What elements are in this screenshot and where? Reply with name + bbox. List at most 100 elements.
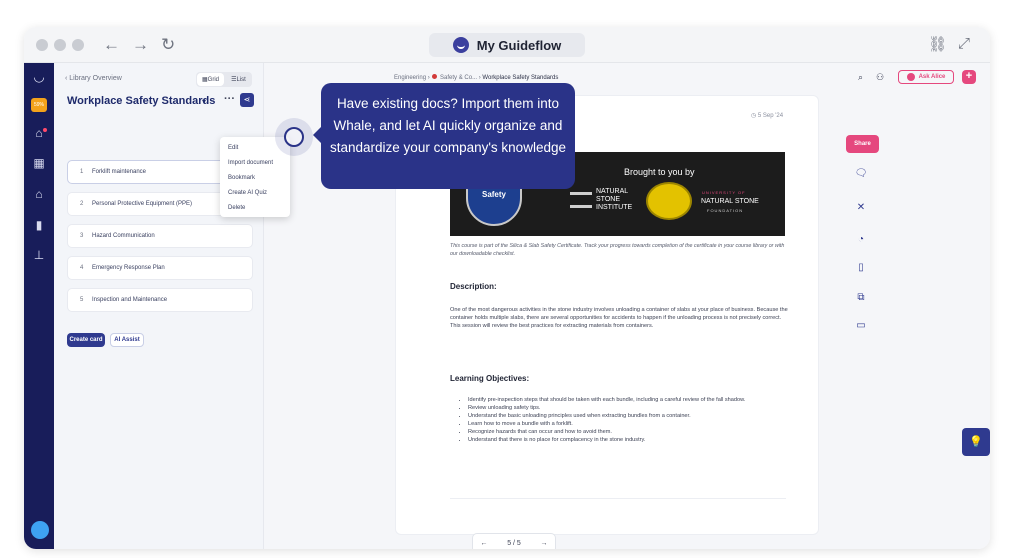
card-item[interactable]: 3 Hazard Communication: [67, 224, 253, 248]
share-button[interactable]: Share: [846, 135, 879, 153]
guide-tooltip: Have existing docs? Import them into Wha…: [313, 83, 575, 189]
library-overview-link[interactable]: ‹ Library Overview: [65, 75, 122, 82]
help-widget-icon[interactable]: [31, 521, 49, 539]
menu-item-import-document[interactable]: Import document: [220, 156, 290, 171]
objectives-heading: Learning Objectives:: [450, 374, 530, 383]
progress-badge[interactable]: 59%: [31, 98, 47, 112]
link-icon[interactable]: ⛓: [928, 35, 947, 53]
window-control-minimize[interactable]: [54, 39, 66, 51]
card-item[interactable]: 4 Emergency Response Plan: [67, 256, 253, 280]
next-page-icon[interactable]: →: [533, 540, 555, 547]
breadcrumb-root[interactable]: Engineering: [394, 75, 426, 81]
expand-icon[interactable]: ⤢: [958, 35, 970, 52]
notification-dot: [43, 128, 47, 132]
browser-toolbar: ← → ↻ My Guideflow ⛓ ⤢: [24, 27, 990, 63]
list-item: Understand that there is no place for co…: [468, 436, 784, 444]
bar-chart-icon[interactable]: ▮: [31, 217, 47, 233]
natural-stone-foundation-text: NATURAL STONE: [701, 198, 759, 205]
breadcrumb: Engineering › Safety & Co... › Workplace…: [394, 74, 558, 81]
create-card-button[interactable]: Create card: [67, 333, 105, 347]
reload-icon[interactable]: ↻: [161, 34, 175, 56]
card-label: Forklift maintenance: [92, 169, 147, 175]
document-date: ◷ 5 Sep '24: [751, 112, 783, 119]
caret-down-icon[interactable]: ▾: [202, 97, 206, 106]
window-control-close[interactable]: [36, 39, 48, 51]
breadcrumb-separator: ›: [427, 75, 432, 81]
whale-logo-icon[interactable]: ◡: [31, 69, 47, 85]
close-icon[interactable]: ✕: [854, 201, 868, 215]
lightbulb-icon[interactable]: 💡: [962, 428, 990, 456]
card-number: 5: [80, 297, 84, 303]
list-item: Identify pre-inspection steps that shoul…: [468, 396, 784, 404]
objectives-list: Identify pre-inspection steps that shoul…: [464, 396, 784, 444]
grid-view-label: Grid: [207, 76, 219, 83]
foundation-text: FOUNDATION: [707, 208, 744, 213]
list-item: Learn how to move a bundle with a forkli…: [468, 420, 784, 428]
card-label: Personal Protective Equipment (PPE): [92, 201, 193, 207]
palette-icon[interactable]: ◔: [854, 233, 868, 247]
list-view-label: List: [236, 76, 246, 83]
collection-title[interactable]: Workplace Safety Standards: [67, 95, 215, 107]
gold-seal-logo: [646, 182, 692, 220]
page-indicator: 5 / 5: [507, 539, 521, 547]
org-chart-icon[interactable]: ⊥: [31, 247, 47, 263]
card-label: Hazard Communication: [92, 233, 155, 239]
natural-stone-institute-text: NATURAL STONE INSTITUTE: [596, 188, 633, 211]
list-view-button[interactable]: ☰ List: [225, 72, 252, 87]
copy-icon[interactable]: ⧉: [854, 291, 868, 305]
window-control-zoom[interactable]: [72, 39, 84, 51]
description-text: One of the most dangerous activities in …: [450, 307, 788, 329]
slideshow-icon[interactable]: ▭: [854, 319, 868, 333]
folder-red-icon: [432, 74, 438, 79]
card-number: 4: [80, 265, 84, 271]
card-item[interactable]: 5 Inspection and Maintenance: [67, 288, 253, 312]
address-bar-title: My Guideflow: [476, 37, 562, 53]
share-network-icon[interactable]: ⋖: [240, 93, 254, 107]
forward-arrow-icon[interactable]: →: [132, 34, 149, 56]
university-of-text: UNIVERSITY OF: [702, 190, 746, 195]
graduation-cap-icon[interactable]: ⌂: [31, 186, 47, 202]
address-bar[interactable]: My Guideflow: [429, 33, 585, 57]
guide-hotspot[interactable]: [275, 118, 313, 156]
library-overview-label: Library Overview: [69, 75, 122, 82]
grid-icon[interactable]: ▦: [31, 155, 47, 171]
bookmark-icon[interactable]: ▯: [854, 261, 868, 275]
list-item: Recognize hazards that can occur and how…: [468, 428, 784, 436]
description-heading: Description:: [450, 282, 497, 291]
prev-page-icon[interactable]: ←: [473, 540, 495, 547]
add-user-icon[interactable]: ⚇: [876, 72, 884, 83]
breadcrumb-current: Workplace Safety Standards: [482, 75, 559, 81]
course-intro: This course is part of the Silica & Slab…: [450, 243, 785, 257]
list-item: Review unloading safety tips.: [468, 404, 784, 412]
menu-item-delete[interactable]: Delete: [220, 201, 290, 216]
menu-item-create-ai-quiz[interactable]: Create AI Quiz: [220, 186, 290, 201]
add-button[interactable]: +: [962, 70, 976, 84]
divider: [450, 498, 786, 499]
card-label: Inspection and Maintenance: [92, 297, 168, 303]
app-rail: ◡ 59% ⌂ ▦ ⌂ ▮ ⊥: [24, 63, 54, 549]
natural-stone-institute-mark-icon: [570, 192, 592, 208]
clock-icon: ◷: [751, 113, 758, 119]
library-sidebar: ‹ Library Overview ▦ Grid ☰ List Workpla…: [54, 63, 264, 549]
guideflow-logo-icon: [452, 37, 469, 53]
comments-icon[interactable]: 🗨: [854, 167, 868, 181]
card-number: 3: [80, 233, 84, 239]
breadcrumb-mid[interactable]: Safety & Co...: [440, 75, 477, 81]
back-arrow-icon[interactable]: ←: [103, 34, 120, 56]
document-date-text: 5 Sep '24: [757, 113, 784, 119]
card-number: 1: [80, 169, 84, 175]
ask-alice-button[interactable]: Ask Alice: [898, 70, 954, 84]
brought-to-you-text: Brought to you by: [624, 167, 695, 177]
menu-item-bookmark[interactable]: Bookmark: [220, 171, 290, 186]
ai-assist-button[interactable]: AI Assist: [110, 333, 144, 347]
list-item: Understand the basic unloading principle…: [468, 412, 784, 420]
card-label: Emergency Response Plan: [92, 265, 165, 271]
grid-view-button[interactable]: ▦ Grid: [197, 73, 224, 86]
more-options-icon[interactable]: ···: [224, 93, 235, 105]
pager: ← 5 / 5 →: [472, 533, 556, 549]
view-toggle: ▦ Grid ☰ List: [196, 72, 252, 87]
card-number: 2: [80, 201, 84, 207]
search-icon[interactable]: ⌕: [858, 72, 863, 83]
ask-alice-label: Ask Alice: [918, 74, 946, 80]
alice-avatar-icon: [906, 73, 915, 81]
